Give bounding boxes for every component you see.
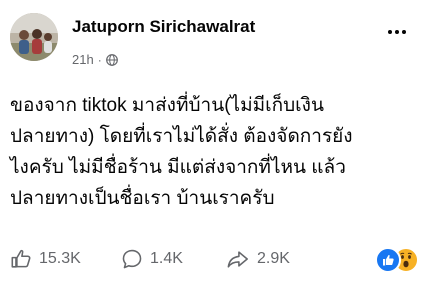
avatar-photo xyxy=(10,13,58,61)
post-text: ของจาก tiktok มาส่งที่บ้าน(ไม่มีเก็บเงิน… xyxy=(10,95,353,209)
thumb-glyph xyxy=(383,255,394,266)
dot xyxy=(388,30,392,34)
like-icon xyxy=(11,249,31,268)
dot xyxy=(395,30,399,34)
reaction-summary[interactable] xyxy=(375,247,423,273)
post-time[interactable]: 21h xyxy=(72,52,94,67)
comment-button[interactable]: 1.4K xyxy=(121,243,183,275)
more-options-icon[interactable] xyxy=(382,22,412,42)
share-button[interactable]: 2.9K xyxy=(226,243,290,275)
share-count: 2.9K xyxy=(257,250,290,267)
like-button[interactable]: 15.3K xyxy=(10,243,81,275)
facebook-post: Jatuporn Sirichawalrat 21h · ของจาก tikt… xyxy=(0,0,439,286)
meta-separator: · xyxy=(97,52,102,67)
author-name[interactable]: Jatuporn Sirichawalrat xyxy=(72,17,255,37)
comment-count: 1.4K xyxy=(150,250,183,267)
globe-icon[interactable] xyxy=(105,53,118,66)
like-reaction-icon xyxy=(375,247,401,273)
author-avatar[interactable] xyxy=(10,13,58,61)
comment-icon xyxy=(122,249,142,269)
dot xyxy=(402,30,406,34)
post-actions: 15.3K 1.4K 2.9K xyxy=(0,243,439,275)
post-meta: 21h · xyxy=(72,52,118,67)
share-icon xyxy=(227,251,248,268)
like-count: 15.3K xyxy=(39,250,81,267)
